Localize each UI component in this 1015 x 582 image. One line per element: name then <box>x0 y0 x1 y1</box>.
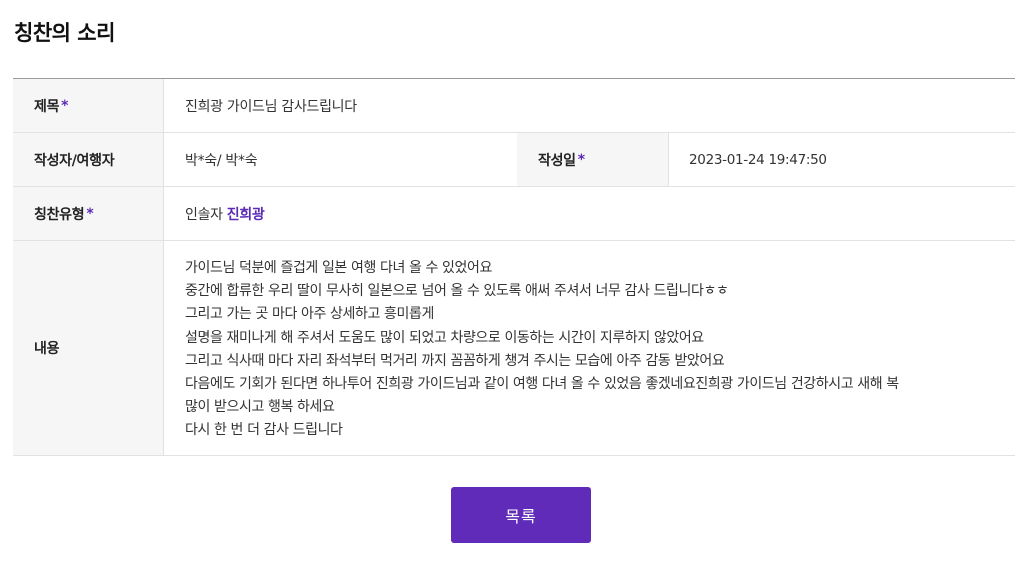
content-line: 가이드님 덕분에 즐겁게 일본 여행 다녀 올 수 있었어요 <box>185 260 492 276</box>
type-value-cell: 인솔자 진희광 <box>164 187 1015 240</box>
content-line: 설명을 재미나게 해 주셔서 도움도 많이 되었고 차량으로 이동하는 시간이 … <box>185 329 704 346</box>
content-line: 그리고 식사때 마다 자리 좌석부터 먹거리 까지 꼼꼼하게 챙겨 주시는 모습… <box>185 352 725 369</box>
required-mark: * <box>61 97 69 114</box>
writer-label-cell: 작성자/여행자 <box>13 133 164 186</box>
content-label: 내용 <box>34 341 60 357</box>
type-guide-name: 진희광 <box>226 206 265 223</box>
writer-row: 작성자/여행자 박*숙/ 박*숙 작성일 * 2023-01-24 19:47:… <box>13 133 1015 187</box>
date-label-cell: 작성일 * <box>517 133 669 186</box>
subject-row: 제목 * 진희광 가이드님 감사드립니다 <box>13 79 1015 133</box>
type-label: 칭찬유형 <box>34 206 85 223</box>
content-line: 그리고 가는 곳 마다 아주 상세하고 흥미롭게 <box>185 306 434 323</box>
required-mark: * <box>86 205 94 222</box>
subject-label-cell: 제목 * <box>13 79 164 132</box>
page-title: 칭찬의 소리 <box>14 21 115 45</box>
type-label-cell: 칭찬유형 * <box>13 187 164 240</box>
praise-detail-table: 제목 * 진희광 가이드님 감사드립니다 작성자/여행자 박*숙/ 박*숙 작성… <box>13 78 1015 456</box>
date-value-cell: 2023-01-24 19:47:50 <box>669 133 1015 186</box>
subject-value-cell: 진희광 가이드님 감사드립니다 <box>164 79 1015 132</box>
content-line: 많이 받으시고 행복 하세요 <box>185 399 335 416</box>
writer-value-cell: 박*숙/ 박*숙 <box>164 133 517 186</box>
subject-value: 진희광 가이드님 감사드립니다 <box>185 98 357 115</box>
content-line: 다음에도 기회가 된다면 하나투어 진희광 가이드님과 같이 여행 다녀 올 수… <box>185 376 899 393</box>
date-label: 작성일 <box>538 152 576 169</box>
content-line: 다시 한 번 더 감사 드립니다 <box>185 422 343 439</box>
content-label-cell: 내용 <box>13 241 164 455</box>
writer-value: 박*숙/ 박*숙 <box>185 152 258 169</box>
type-row: 칭찬유형 * 인솔자 진희광 <box>13 187 1015 241</box>
writer-label: 작성자/여행자 <box>34 152 115 169</box>
date-value: 2023-01-24 19:47:50 <box>689 151 827 168</box>
required-mark: * <box>577 151 585 168</box>
content-body: 가이드님 덕분에 즐겁게 일본 여행 다녀 올 수 있었어요 중간에 합류한 우… <box>164 241 1015 455</box>
list-button[interactable]: 목록 <box>451 487 591 543</box>
content-row: 내용 가이드님 덕분에 즐겁게 일본 여행 다녀 올 수 있었어요 중간에 합류… <box>13 241 1015 456</box>
content-line: 중간에 합류한 우리 딸이 무사히 일본으로 넘어 올 수 있도록 애써 주셔서… <box>185 283 729 300</box>
subject-label: 제목 <box>34 98 60 115</box>
type-role: 인솔자 <box>185 206 223 223</box>
